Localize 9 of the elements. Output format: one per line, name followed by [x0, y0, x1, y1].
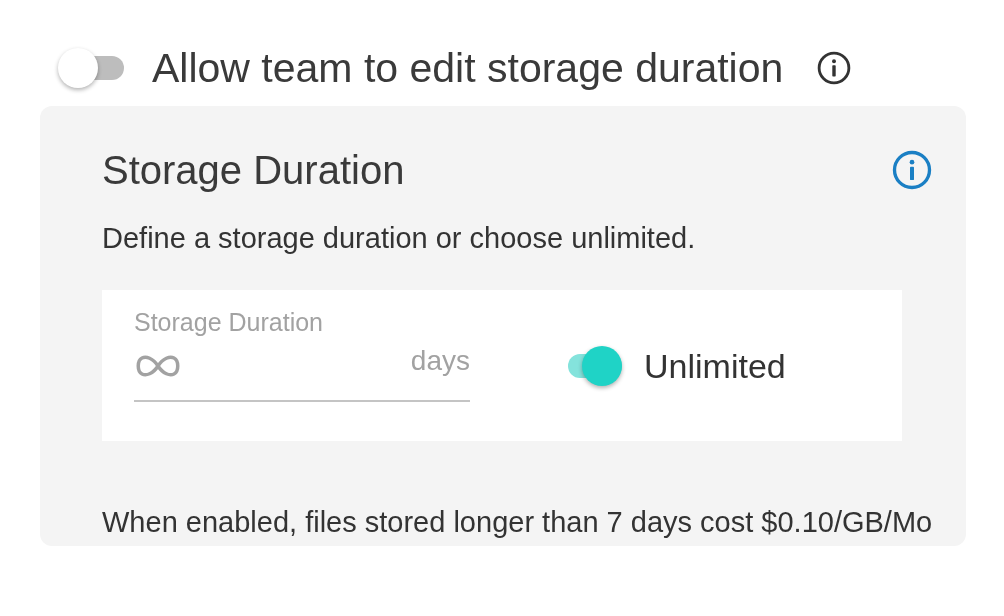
card-title: Storage Duration [102, 147, 405, 194]
field-label: Storage Duration [134, 307, 323, 337]
pricing-note: When enabled, files stored longer than 7 days cost $0.10/GB/Mo [102, 505, 933, 539]
unit-label: days [410, 344, 470, 378]
card-description: Define a storage duration or choose unlimited. [102, 221, 696, 255]
infinity-icon [134, 353, 182, 379]
toggle-label: Unlimited [644, 346, 786, 386]
info-icon[interactable] [817, 50, 852, 85]
setting-label: Allow team to edit storage duration [152, 43, 784, 92]
